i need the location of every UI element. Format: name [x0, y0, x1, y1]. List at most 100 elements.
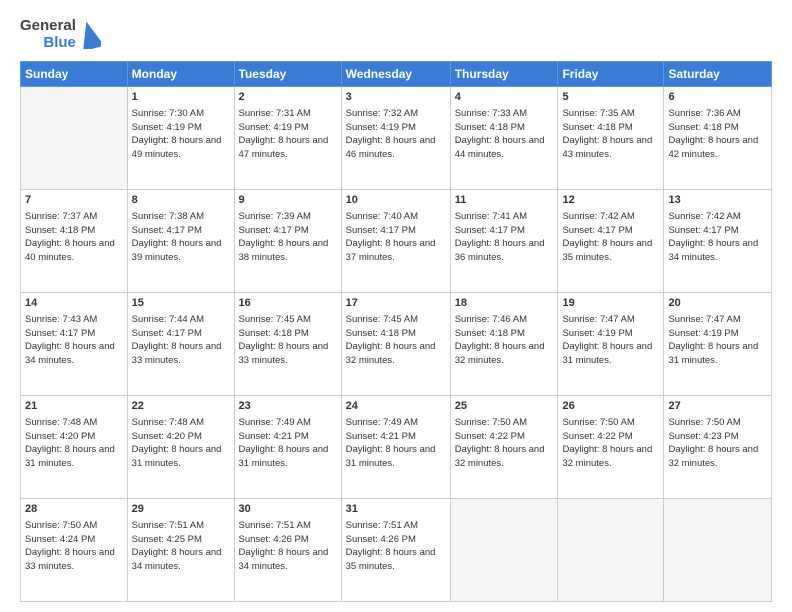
daylight-text: Daylight: 8 hours and 31 minutes. [668, 341, 758, 366]
calendar-cell: 5 Sunrise: 7:35 AM Sunset: 4:18 PM Dayli… [558, 87, 664, 190]
sunrise-text: Sunrise: 7:49 AM [239, 417, 311, 428]
calendar-cell: 30 Sunrise: 7:51 AM Sunset: 4:26 PM Dayl… [234, 499, 341, 602]
sunset-text: Sunset: 4:21 PM [239, 431, 309, 442]
sunrise-text: Sunrise: 7:42 AM [562, 211, 634, 222]
daylight-text: Daylight: 8 hours and 31 minutes. [239, 444, 329, 469]
daylight-text: Daylight: 8 hours and 31 minutes. [562, 341, 652, 366]
calendar-week-3: 14 Sunrise: 7:43 AM Sunset: 4:17 PM Dayl… [21, 293, 772, 396]
logo-icon [79, 21, 101, 49]
sunrise-text: Sunrise: 7:50 AM [562, 417, 634, 428]
logo: General Blue [20, 18, 101, 51]
daylight-text: Daylight: 8 hours and 42 minutes. [668, 135, 758, 160]
daylight-text: Daylight: 8 hours and 47 minutes. [239, 135, 329, 160]
sunrise-text: Sunrise: 7:47 AM [668, 314, 740, 325]
day-number: 24 [346, 399, 446, 414]
sunrise-text: Sunrise: 7:51 AM [239, 520, 311, 531]
day-number: 15 [132, 296, 230, 311]
daylight-text: Daylight: 8 hours and 38 minutes. [239, 238, 329, 263]
sunset-text: Sunset: 4:17 PM [239, 225, 309, 236]
calendar-cell [450, 499, 558, 602]
daylight-text: Daylight: 8 hours and 31 minutes. [346, 444, 436, 469]
daylight-text: Daylight: 8 hours and 40 minutes. [25, 238, 115, 263]
sunset-text: Sunset: 4:19 PM [562, 328, 632, 339]
daylight-text: Daylight: 8 hours and 32 minutes. [346, 341, 436, 366]
day-number: 28 [25, 502, 123, 517]
sunset-text: Sunset: 4:19 PM [668, 328, 738, 339]
daylight-text: Daylight: 8 hours and 46 minutes. [346, 135, 436, 160]
calendar-cell: 27 Sunrise: 7:50 AM Sunset: 4:23 PM Dayl… [664, 396, 772, 499]
day-number: 19 [562, 296, 659, 311]
day-number: 27 [668, 399, 767, 414]
calendar-cell: 25 Sunrise: 7:50 AM Sunset: 4:22 PM Dayl… [450, 396, 558, 499]
calendar-cell: 4 Sunrise: 7:33 AM Sunset: 4:18 PM Dayli… [450, 87, 558, 190]
daylight-text: Daylight: 8 hours and 44 minutes. [455, 135, 545, 160]
daylight-text: Daylight: 8 hours and 34 minutes. [132, 547, 222, 572]
calendar-cell: 13 Sunrise: 7:42 AM Sunset: 4:17 PM Dayl… [664, 190, 772, 293]
sunrise-text: Sunrise: 7:38 AM [132, 211, 204, 222]
sunset-text: Sunset: 4:23 PM [668, 431, 738, 442]
day-number: 21 [25, 399, 123, 414]
calendar-cell: 9 Sunrise: 7:39 AM Sunset: 4:17 PM Dayli… [234, 190, 341, 293]
daylight-text: Daylight: 8 hours and 34 minutes. [668, 238, 758, 263]
sunrise-text: Sunrise: 7:33 AM [455, 108, 527, 119]
sunset-text: Sunset: 4:17 PM [132, 328, 202, 339]
sunset-text: Sunset: 4:17 PM [668, 225, 738, 236]
day-number: 30 [239, 502, 337, 517]
daylight-text: Daylight: 8 hours and 31 minutes. [132, 444, 222, 469]
daylight-text: Daylight: 8 hours and 32 minutes. [455, 341, 545, 366]
sunset-text: Sunset: 4:26 PM [239, 534, 309, 545]
day-number: 22 [132, 399, 230, 414]
sunrise-text: Sunrise: 7:37 AM [25, 211, 97, 222]
sunrise-text: Sunrise: 7:43 AM [25, 314, 97, 325]
sunset-text: Sunset: 4:18 PM [455, 122, 525, 133]
daylight-text: Daylight: 8 hours and 34 minutes. [239, 547, 329, 572]
sunset-text: Sunset: 4:17 PM [25, 328, 95, 339]
sunrise-text: Sunrise: 7:50 AM [668, 417, 740, 428]
calendar-cell: 21 Sunrise: 7:48 AM Sunset: 4:20 PM Dayl… [21, 396, 128, 499]
header: General Blue [20, 18, 772, 51]
day-number: 7 [25, 193, 123, 208]
daylight-text: Daylight: 8 hours and 32 minutes. [455, 444, 545, 469]
calendar-cell: 31 Sunrise: 7:51 AM Sunset: 4:26 PM Dayl… [341, 499, 450, 602]
calendar-cell: 10 Sunrise: 7:40 AM Sunset: 4:17 PM Dayl… [341, 190, 450, 293]
sunset-text: Sunset: 4:17 PM [132, 225, 202, 236]
sunset-text: Sunset: 4:19 PM [239, 122, 309, 133]
day-number: 1 [132, 90, 230, 105]
calendar-cell [21, 87, 128, 190]
day-number: 5 [562, 90, 659, 105]
calendar-cell: 2 Sunrise: 7:31 AM Sunset: 4:19 PM Dayli… [234, 87, 341, 190]
sunrise-text: Sunrise: 7:32 AM [346, 108, 418, 119]
sunset-text: Sunset: 4:18 PM [25, 225, 95, 236]
day-number: 3 [346, 90, 446, 105]
sunrise-text: Sunrise: 7:30 AM [132, 108, 204, 119]
sunset-text: Sunset: 4:18 PM [239, 328, 309, 339]
calendar-cell [558, 499, 664, 602]
col-header-saturday: Saturday [664, 62, 772, 87]
sunrise-text: Sunrise: 7:42 AM [668, 211, 740, 222]
calendar-cell: 28 Sunrise: 7:50 AM Sunset: 4:24 PM Dayl… [21, 499, 128, 602]
day-number: 10 [346, 193, 446, 208]
daylight-text: Daylight: 8 hours and 32 minutes. [562, 444, 652, 469]
sunrise-text: Sunrise: 7:40 AM [346, 211, 418, 222]
sunset-text: Sunset: 4:18 PM [562, 122, 632, 133]
calendar-cell: 7 Sunrise: 7:37 AM Sunset: 4:18 PM Dayli… [21, 190, 128, 293]
sunrise-text: Sunrise: 7:51 AM [132, 520, 204, 531]
sunset-text: Sunset: 4:19 PM [132, 122, 202, 133]
day-number: 14 [25, 296, 123, 311]
sunset-text: Sunset: 4:17 PM [346, 225, 416, 236]
day-number: 18 [455, 296, 554, 311]
daylight-text: Daylight: 8 hours and 36 minutes. [455, 238, 545, 263]
sunrise-text: Sunrise: 7:48 AM [25, 417, 97, 428]
calendar-cell [664, 499, 772, 602]
calendar-cell: 29 Sunrise: 7:51 AM Sunset: 4:25 PM Dayl… [127, 499, 234, 602]
day-number: 12 [562, 193, 659, 208]
calendar-cell: 1 Sunrise: 7:30 AM Sunset: 4:19 PM Dayli… [127, 87, 234, 190]
calendar-cell: 14 Sunrise: 7:43 AM Sunset: 4:17 PM Dayl… [21, 293, 128, 396]
sunset-text: Sunset: 4:24 PM [25, 534, 95, 545]
day-number: 23 [239, 399, 337, 414]
sunrise-text: Sunrise: 7:31 AM [239, 108, 311, 119]
sunrise-text: Sunrise: 7:44 AM [132, 314, 204, 325]
sunset-text: Sunset: 4:20 PM [25, 431, 95, 442]
col-header-friday: Friday [558, 62, 664, 87]
daylight-text: Daylight: 8 hours and 39 minutes. [132, 238, 222, 263]
